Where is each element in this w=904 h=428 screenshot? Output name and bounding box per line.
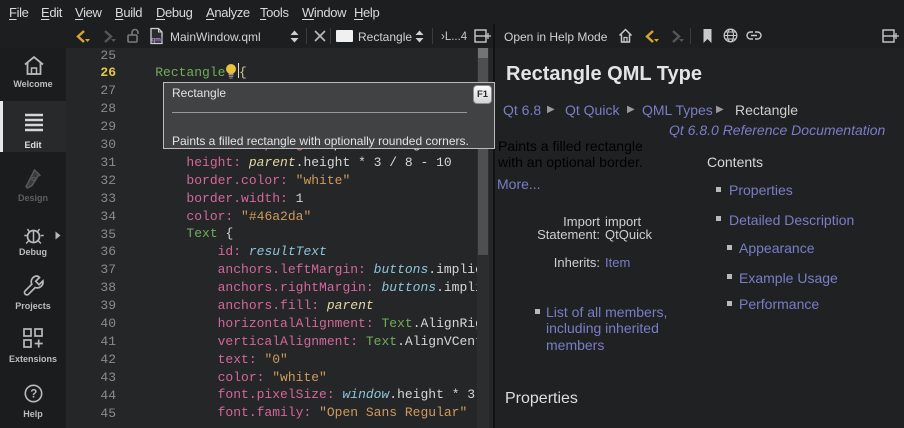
svg-text:qml: qml (151, 37, 163, 44)
svg-text:?: ? (30, 389, 37, 401)
